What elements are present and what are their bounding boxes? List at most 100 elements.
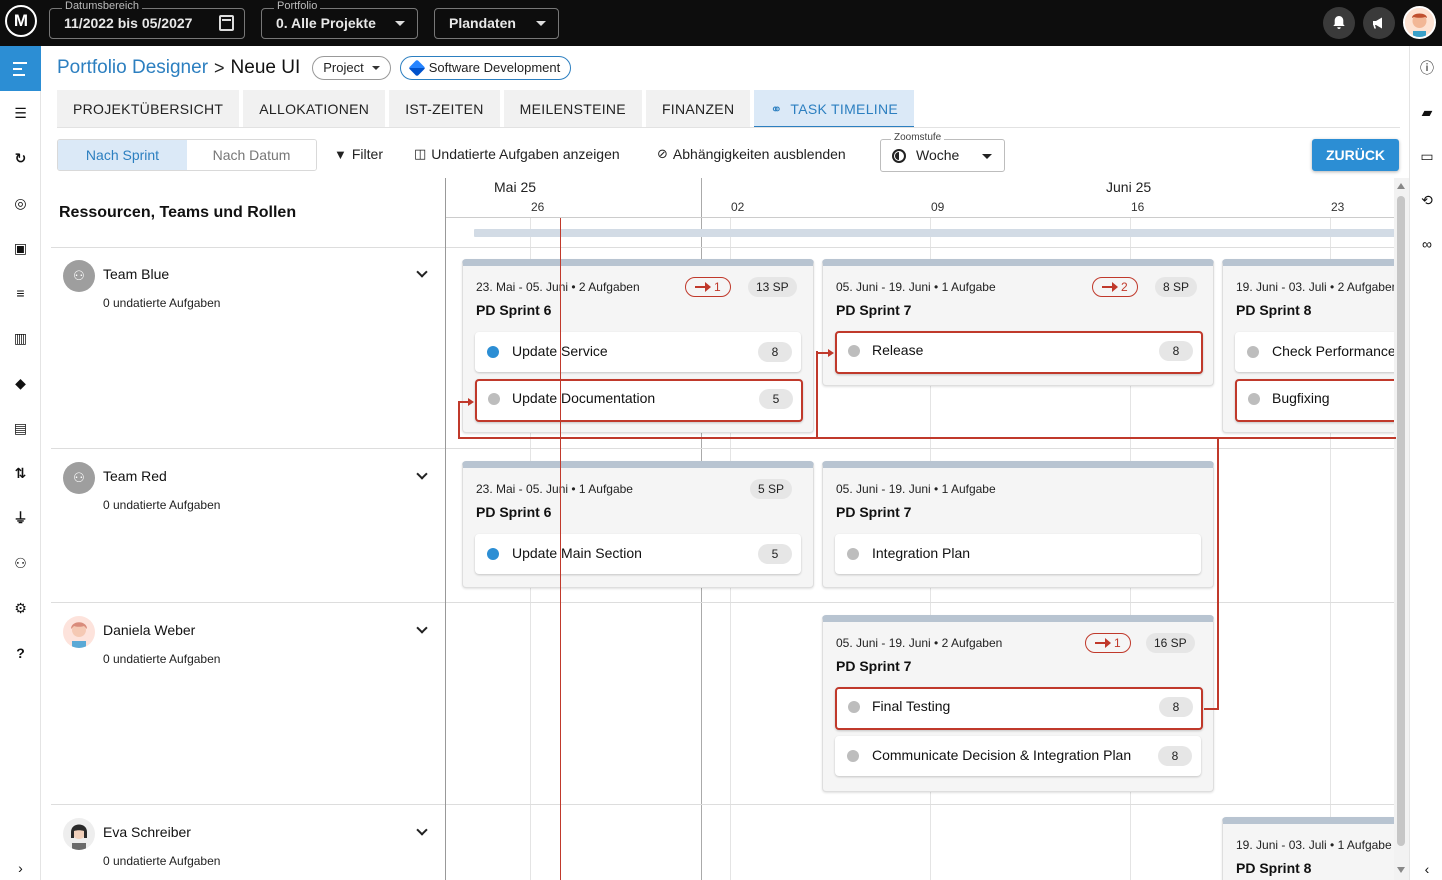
task-item[interactable]: Check Performance xyxy=(1235,332,1407,372)
group-by-date-button[interactable]: Nach Datum xyxy=(187,140,316,170)
task-timeline: Ressourcen, Teams und Rollen Mai 25 Juni… xyxy=(51,178,1407,880)
project-type-label: Project xyxy=(323,60,364,75)
resource-name: Team Blue xyxy=(103,266,170,282)
show-undated-button[interactable]: ◫ Undatierte Aufgaben anzeigen xyxy=(414,146,620,162)
scroll-up-icon[interactable] xyxy=(1397,183,1405,189)
notes-button[interactable]: ▭ xyxy=(1418,147,1436,165)
user-avatar[interactable] xyxy=(1403,6,1436,39)
sprint-card[interactable]: 23. Mai - 05. Juni • 2 Aufgaben PD Sprin… xyxy=(462,259,814,433)
comments-button[interactable]: ▰ xyxy=(1418,103,1436,121)
nav-item-list[interactable]: ≡ xyxy=(12,285,29,302)
jira-icon xyxy=(408,59,426,77)
resources-column-divider[interactable] xyxy=(445,178,446,880)
nav-item-assignments[interactable]: ☰ xyxy=(12,105,29,122)
today-marker xyxy=(560,218,561,880)
info-button[interactable]: ⓘ xyxy=(1418,59,1436,77)
row-divider xyxy=(51,602,1396,603)
nav-item-directions[interactable]: ◆ xyxy=(12,375,29,392)
nav-expand[interactable]: › xyxy=(12,860,29,877)
filter-button[interactable]: ▼ Filter xyxy=(334,146,383,162)
zoom-icon xyxy=(892,149,906,163)
expand-chevron-icon[interactable] xyxy=(416,468,428,480)
nav-item-help[interactable]: ? xyxy=(12,645,29,662)
calendar-icon[interactable] xyxy=(219,15,234,31)
project-type-chip[interactable]: Project xyxy=(312,56,391,80)
month-label: Juni 25 xyxy=(1106,179,1152,195)
expand-chevron-icon[interactable] xyxy=(416,824,428,836)
date-range-field[interactable]: Datumsbereich 11/2022 bis 05/2027 xyxy=(49,0,245,39)
history-button[interactable]: ⟲ xyxy=(1418,191,1436,209)
dependency-connector xyxy=(458,401,468,403)
nav-item-menu[interactable] xyxy=(0,46,41,91)
task-item[interactable]: Bugfixing xyxy=(1235,379,1407,422)
resource-row-team-red: ⚇ Team Red 0 undatierte Aufgaben xyxy=(51,450,445,602)
task-item[interactable]: Final Testing 8 xyxy=(835,687,1203,730)
breadcrumb-root[interactable]: Portfolio Designer xyxy=(57,57,208,79)
tab-task-timeline[interactable]: ⚭ TASK TIMELINE xyxy=(754,90,915,128)
jira-project-chip[interactable]: Software Development xyxy=(399,56,572,80)
nav-item-plugins[interactable]: ⏚ xyxy=(12,510,29,527)
hide-dependencies-button[interactable]: ⊘ Abhängigkeiten ausblenden xyxy=(657,146,846,162)
page-title: Neue UI xyxy=(230,57,301,78)
sprint-meta: 19. Juni - 03. Juli • 2 Aufgaben xyxy=(1236,280,1399,294)
task-item[interactable]: Update Main Section 5 xyxy=(475,534,801,574)
sprint-card[interactable]: 23. Mai - 05. Juni • 1 Aufgabe PD Sprint… xyxy=(462,461,814,588)
tab-ist-zeiten[interactable]: IST-ZEITEN xyxy=(389,90,500,128)
links-button[interactable]: ∞ xyxy=(1418,235,1436,253)
sprint-card[interactable]: 19. Juni - 03. Juli • 1 Aufgabe PD Sprin… xyxy=(1222,817,1407,880)
nav-item-documents[interactable]: ▤ xyxy=(12,420,29,437)
nav-item-transfer[interactable]: ⇅ xyxy=(12,465,29,482)
undated-tasks-count: 0 undatierte Aufgaben xyxy=(103,652,221,666)
nav-item-settings[interactable]: ⚙ xyxy=(12,600,29,617)
person-avatar-icon xyxy=(71,622,87,648)
nav-item-board[interactable]: ▥ xyxy=(12,330,29,347)
status-dot xyxy=(488,393,500,405)
sprint-card[interactable]: 05. Juni - 19. Juni • 2 Aufgaben PD Spri… xyxy=(822,615,1214,792)
dependency-badge[interactable]: 2 xyxy=(1092,277,1138,297)
announcements-button[interactable] xyxy=(1363,7,1395,39)
portfolio-select[interactable]: Portfolio 0. Alle Projekte xyxy=(261,0,418,39)
notifications-button[interactable] xyxy=(1323,7,1355,39)
scroll-down-icon[interactable] xyxy=(1397,867,1405,873)
tab-meilensteine[interactable]: MEILENSTEINE xyxy=(503,90,642,128)
plandaten-select[interactable]: Plandaten xyxy=(434,8,559,39)
tab-finanzen[interactable]: FINANZEN xyxy=(645,90,751,128)
app-logo[interactable]: M xyxy=(5,5,37,37)
task-item[interactable]: Integration Plan xyxy=(835,534,1201,574)
chevron-left-icon: ‹ xyxy=(1424,861,1430,877)
status-dot xyxy=(847,750,859,762)
expand-chevron-icon[interactable] xyxy=(416,622,428,634)
chevron-down-icon xyxy=(536,21,546,26)
task-item[interactable]: Communicate Decision & Integration Plan … xyxy=(835,736,1201,776)
task-item[interactable]: Update Documentation 5 xyxy=(475,379,803,422)
tab-projektuebersicht[interactable]: PROJEKTÜBERSICHT xyxy=(57,90,240,128)
group-by-sprint-button[interactable]: Nach Sprint xyxy=(58,140,187,170)
task-item[interactable]: Release 8 xyxy=(835,331,1203,374)
back-button[interactable]: ZURÜCK xyxy=(1312,139,1399,171)
resource-row-daniela-weber: Daniela Weber 0 undatierte Aufgaben xyxy=(51,604,445,804)
chevron-down-icon xyxy=(395,21,405,26)
timeline-scrollbar[interactable] xyxy=(1394,178,1409,880)
zoom-select[interactable]: Zoomstufe Woche xyxy=(880,132,1005,172)
nav-item-goals[interactable]: ◎ xyxy=(12,195,29,212)
nav-item-people[interactable]: ⚇ xyxy=(12,555,29,572)
task-name: Bugfixing xyxy=(1272,390,1330,406)
sprint-card[interactable]: 19. Juni - 03. Juli • 2 Aufgaben PD Spri… xyxy=(1222,259,1407,433)
task-name: Release xyxy=(872,342,924,358)
scrollbar-thumb[interactable] xyxy=(1397,196,1405,846)
expand-chevron-icon[interactable] xyxy=(416,266,428,278)
status-dot xyxy=(848,701,860,713)
status-dot xyxy=(487,548,499,560)
nav-item-refresh[interactable]: ↻ xyxy=(12,150,29,167)
sprint-card[interactable]: 05. Juni - 19. Juni • 1 Aufgabe PD Sprin… xyxy=(822,259,1214,386)
dependency-badge[interactable]: 1 xyxy=(1085,633,1131,653)
tab-allokationen[interactable]: ALLOKATIONEN xyxy=(243,90,386,128)
collapse-rail[interactable]: ‹ xyxy=(1418,860,1436,878)
link-icon: ⚭ xyxy=(770,101,783,117)
nav-item-contacts[interactable]: ▣ xyxy=(12,240,29,257)
sprint-card[interactable]: 05. Juni - 19. Juni • 1 Aufgabe PD Sprin… xyxy=(822,461,1214,588)
sprint-range-bar xyxy=(474,229,1396,237)
swap-vertical-icon: ⇅ xyxy=(14,465,27,481)
task-item[interactable]: Update Service 8 xyxy=(475,332,801,372)
dependency-badge[interactable]: 1 xyxy=(685,277,731,297)
